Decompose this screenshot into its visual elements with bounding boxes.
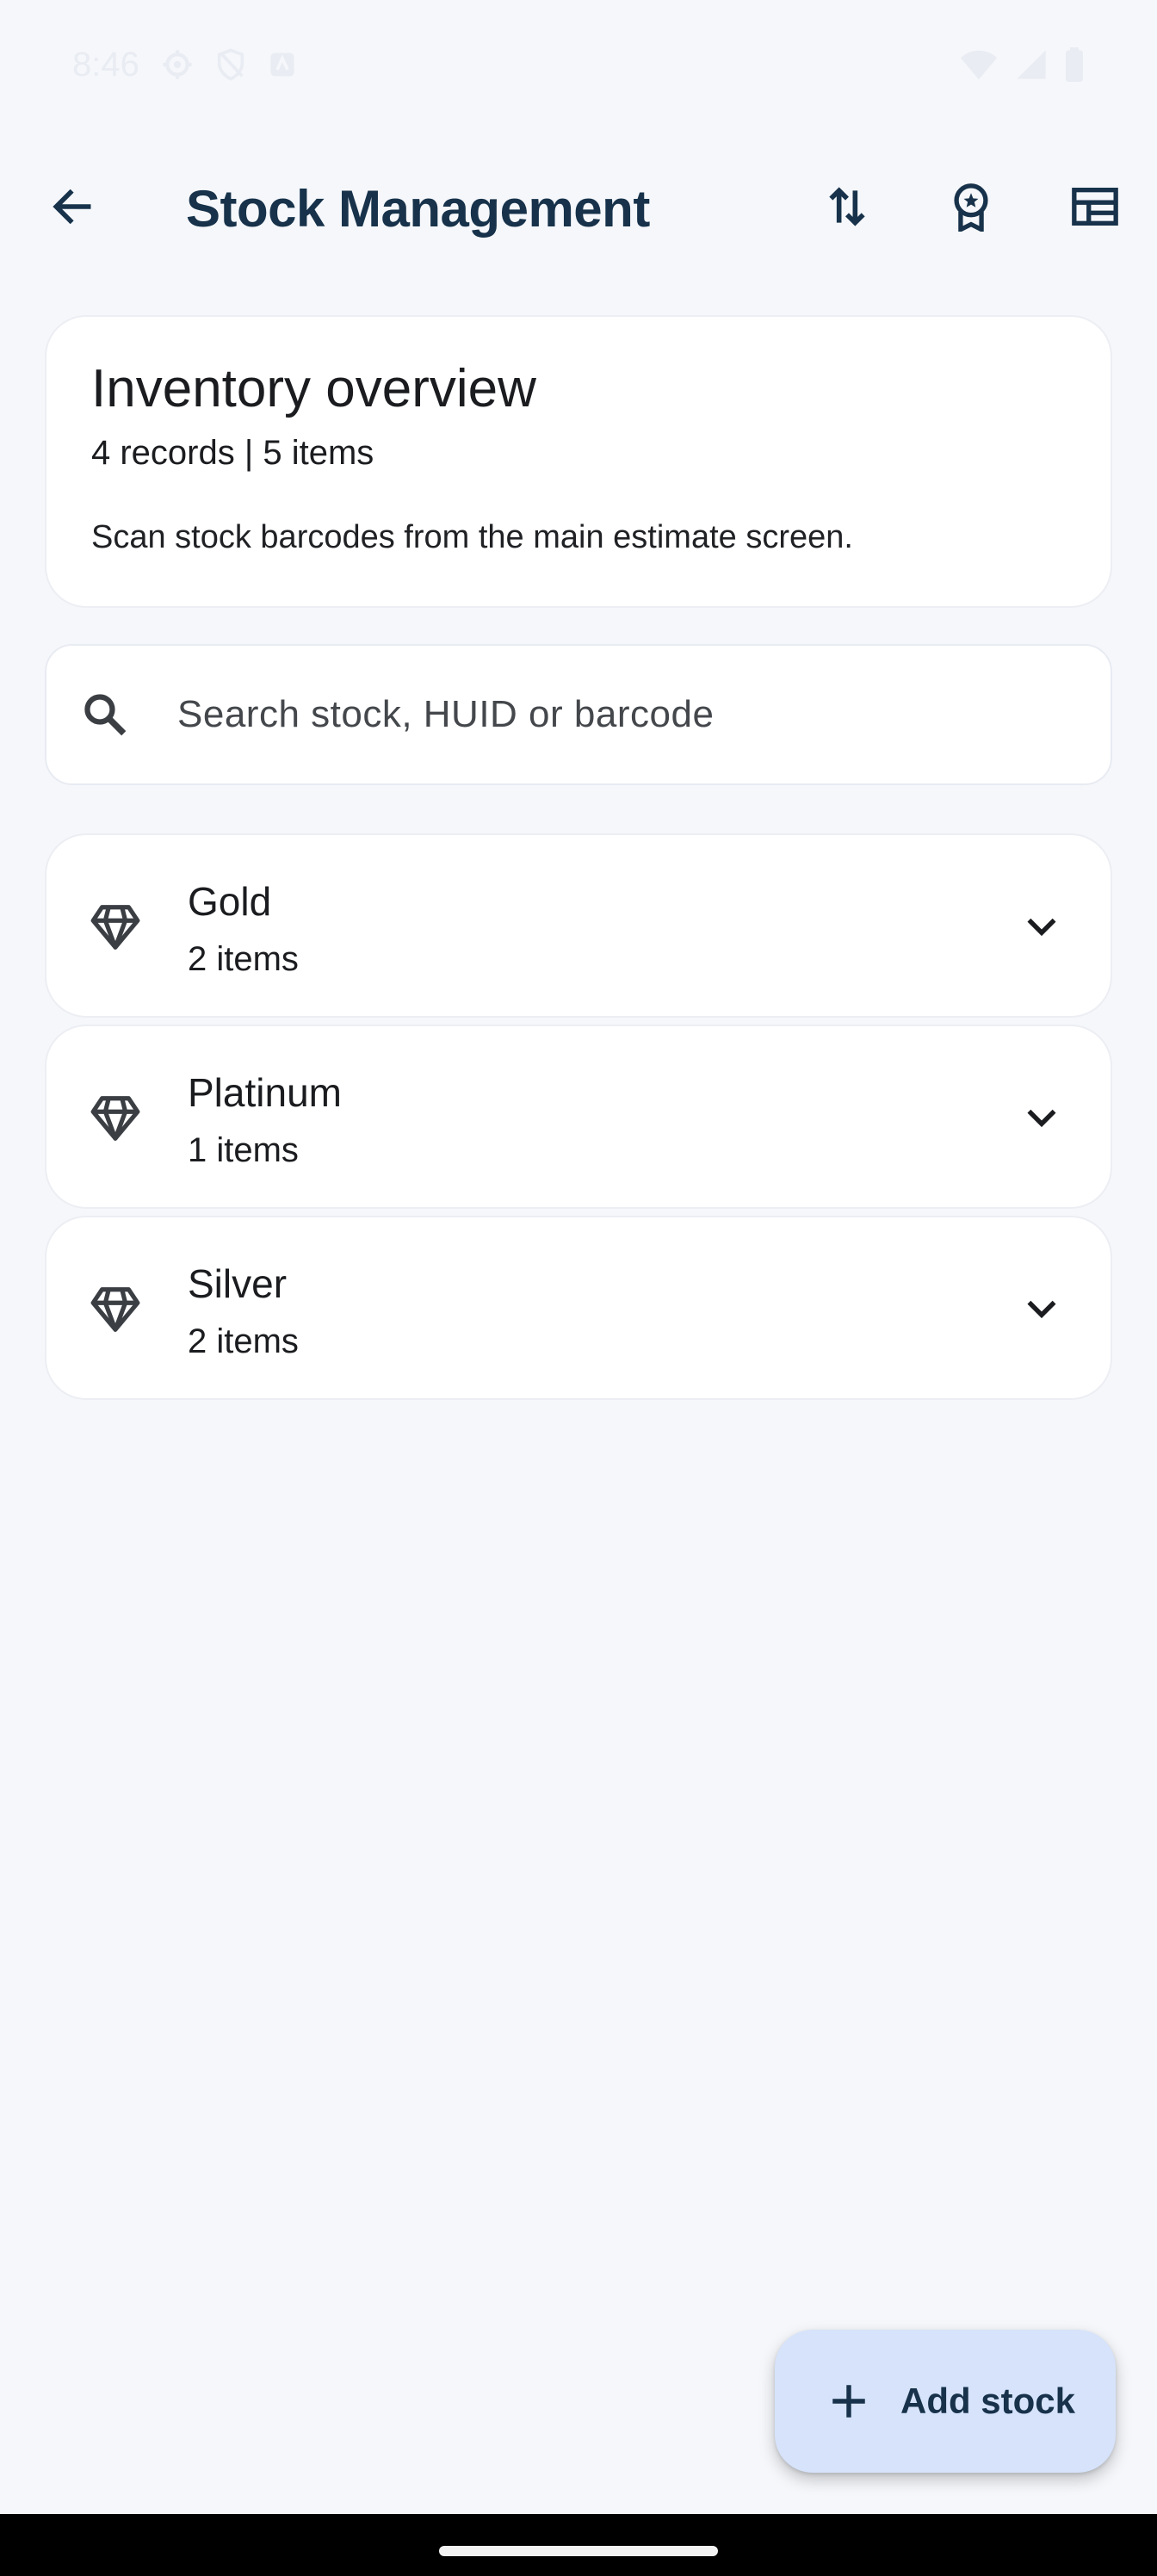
add-stock-button[interactable]: Add stock — [775, 2330, 1116, 2473]
status-bar: 8:46 — [0, 0, 1157, 129]
overview-note: Scan stock barcodes from the main estima… — [91, 519, 853, 556]
table-icon — [1070, 182, 1120, 236]
chevron-down-icon[interactable] — [1004, 1272, 1080, 1347]
category-name: Gold — [188, 879, 272, 924]
diamond-icon — [84, 896, 146, 958]
category-gold[interactable]: Gold 2 items — [45, 833, 1112, 1018]
top-app-bar: Stock Management — [0, 129, 1157, 288]
status-icons-left — [160, 47, 298, 82]
sort-button[interactable] — [806, 167, 888, 250]
category-silver[interactable]: Silver 2 items — [45, 1216, 1112, 1400]
category-count: 2 items — [188, 940, 299, 978]
search-input[interactable] — [177, 680, 1073, 749]
overview-summary: 4 records | 5 items — [91, 434, 374, 473]
table-view-button[interactable] — [1054, 167, 1136, 250]
search-bar[interactable] — [45, 644, 1112, 785]
navigation-bar — [0, 2514, 1157, 2576]
screen: 8:46 Stock Management Inventory overview… — [0, 0, 1157, 2576]
arrow-back-icon — [48, 183, 96, 235]
category-name: Platinum — [188, 1070, 342, 1115]
plus-icon — [823, 2375, 875, 2427]
category-name: Silver — [188, 1261, 288, 1306]
status-time: 8:46 — [72, 45, 139, 84]
gear-icon — [160, 47, 195, 82]
signal-icon — [1014, 47, 1049, 82]
inventory-overview-card: Inventory overview 4 records | 5 items S… — [45, 315, 1112, 608]
overview-title: Inventory overview — [91, 359, 536, 418]
diamond-icon — [84, 1279, 146, 1341]
chevron-down-icon[interactable] — [1004, 1081, 1080, 1156]
page-title: Stock Management — [186, 179, 650, 238]
search-icon — [77, 687, 133, 742]
category-count: 1 items — [188, 1131, 299, 1169]
shield-icon — [213, 47, 248, 82]
back-button[interactable] — [31, 167, 114, 250]
wifi-icon — [959, 47, 999, 82]
category-platinum[interactable]: Platinum 1 items — [45, 1025, 1112, 1209]
status-icons-right — [959, 47, 1085, 82]
add-stock-label: Add stock — [900, 2381, 1076, 2421]
chevron-down-icon[interactable] — [1004, 889, 1080, 965]
sort-icon — [823, 183, 871, 235]
category-count: 2 items — [188, 1322, 299, 1360]
award-button[interactable] — [930, 167, 1012, 250]
home-gesture-handle[interactable] — [439, 2546, 718, 2556]
diamond-icon — [84, 1087, 146, 1149]
award-icon — [946, 182, 996, 236]
app-notification-icon — [267, 49, 298, 80]
battery-icon — [1064, 47, 1085, 82]
